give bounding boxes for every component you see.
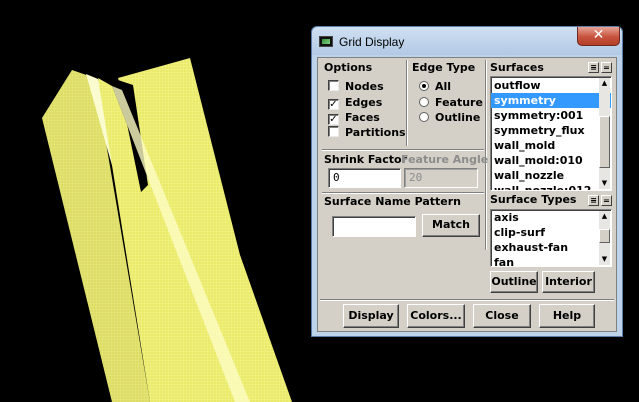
surfaces-deselect-all-button[interactable]: =	[601, 62, 612, 73]
all-label: All	[435, 80, 452, 93]
grid-display-dialog: Grid Display ✕ Options Nodes ✓ Edges ✓ Fac…	[311, 26, 623, 337]
edges-checkbox[interactable]: ✓ Edges	[328, 96, 382, 110]
nodes-label: Nodes	[345, 80, 384, 93]
edge-type-all-radio[interactable]: All	[419, 80, 451, 94]
surfaces-scrollbar[interactable]: ▲ ▼	[599, 78, 610, 189]
display-button[interactable]: Display	[343, 304, 399, 328]
outline-label: Outline	[435, 111, 481, 124]
list-item[interactable]: fan	[491, 255, 611, 266]
edges-label: Edges	[345, 96, 383, 109]
edges-check-icon: ✓	[328, 99, 339, 110]
scrollbar-thumb[interactable]	[599, 229, 610, 243]
close-button[interactable]: Close	[473, 304, 531, 328]
partitions-checkbox[interactable]: Partitions	[328, 126, 406, 140]
help-button[interactable]: Help	[539, 304, 595, 328]
edge-type-feature-radio[interactable]: Feature	[419, 96, 483, 110]
list-item[interactable]: axis	[491, 210, 611, 225]
nodes-checkbox[interactable]: Nodes	[328, 80, 384, 94]
shrink-factor-input[interactable]: 0	[328, 168, 401, 188]
surfaces-heading: Surfaces	[490, 61, 544, 74]
list-item[interactable]: symmetry:001	[491, 108, 611, 123]
outline-radio-icon	[419, 112, 429, 122]
list-item[interactable]: exhaust-fan	[491, 240, 611, 255]
scroll-down-icon[interactable]: ▼	[599, 178, 610, 189]
surface-name-pattern-input[interactable]	[332, 216, 416, 237]
list-item[interactable]: wall_mold	[491, 138, 611, 153]
dialog-client-area: Options Nodes ✓ Edges ✓ Faces Partitions E…	[317, 57, 617, 332]
partitions-check-icon	[328, 126, 339, 137]
list-item[interactable]: outflow	[491, 78, 611, 93]
outline-button[interactable]: Outline	[490, 271, 538, 293]
scrollbar-thumb[interactable]	[599, 116, 610, 168]
feature-radio-icon	[419, 97, 429, 107]
bottom-separator	[320, 299, 614, 301]
list-item[interactable]: clip-surf	[491, 225, 611, 240]
faces-check-icon: ✓	[328, 114, 339, 125]
app-icon	[319, 36, 333, 47]
scroll-down-icon[interactable]: ▼	[599, 254, 610, 265]
all-radio-icon	[419, 81, 429, 91]
list-item[interactable]: wall_nozzle:012	[491, 183, 611, 190]
surfaces-select-all-button[interactable]: ≡	[588, 62, 599, 73]
close-window-button[interactable]: ✕	[577, 27, 620, 46]
feature-angle-label: Feature Angle	[401, 153, 489, 166]
faces-checkbox[interactable]: ✓ Faces	[328, 111, 380, 125]
scroll-up-icon[interactable]: ▲	[599, 78, 610, 89]
options-bottom-separator	[322, 149, 484, 151]
surface-types-deselect-all-button[interactable]: =	[601, 195, 612, 206]
colors-button[interactable]: Colors...	[407, 304, 465, 328]
surface-types-scrollbar[interactable]: ▲ ▼	[599, 211, 610, 265]
options-heading: Options	[324, 61, 373, 74]
edge-type-outline-radio[interactable]: Outline	[419, 111, 480, 125]
interior-button[interactable]: Interior	[542, 271, 595, 293]
faces-label: Faces	[345, 111, 380, 124]
feature-label: Feature	[435, 96, 483, 109]
list-item-selected[interactable]: symmetry	[491, 93, 611, 108]
title-bar[interactable]: Grid Display ✕	[312, 27, 622, 55]
edge-type-heading: Edge Type	[412, 61, 476, 74]
shrink-bottom-separator	[322, 192, 484, 194]
shrink-factor-label: Shrink Factor	[324, 153, 407, 166]
partitions-label: Partitions	[345, 126, 406, 139]
list-item[interactable]: wall_mold:010	[491, 153, 611, 168]
feature-angle-input[interactable]: 20	[404, 168, 478, 188]
match-button[interactable]: Match	[422, 214, 480, 237]
nodes-check-icon	[328, 80, 339, 91]
scroll-up-icon[interactable]: ▲	[599, 211, 610, 222]
options-separator	[406, 60, 408, 146]
surface-types-heading: Surface Types	[490, 193, 577, 206]
window-title: Grid Display	[339, 35, 405, 49]
surface-types-select-all-button[interactable]: ≡	[588, 195, 599, 206]
list-item[interactable]: symmetry_flux	[491, 123, 611, 138]
surface-name-pattern-label: Surface Name Pattern	[324, 195, 462, 208]
list-item[interactable]: wall_nozzle	[491, 168, 611, 183]
surface-types-list[interactable]: axis clip-surf exhaust-fan fan ▲ ▼	[490, 209, 612, 267]
surfaces-list[interactable]: outflow symmetry symmetry:001 symmetry_f…	[490, 76, 612, 191]
